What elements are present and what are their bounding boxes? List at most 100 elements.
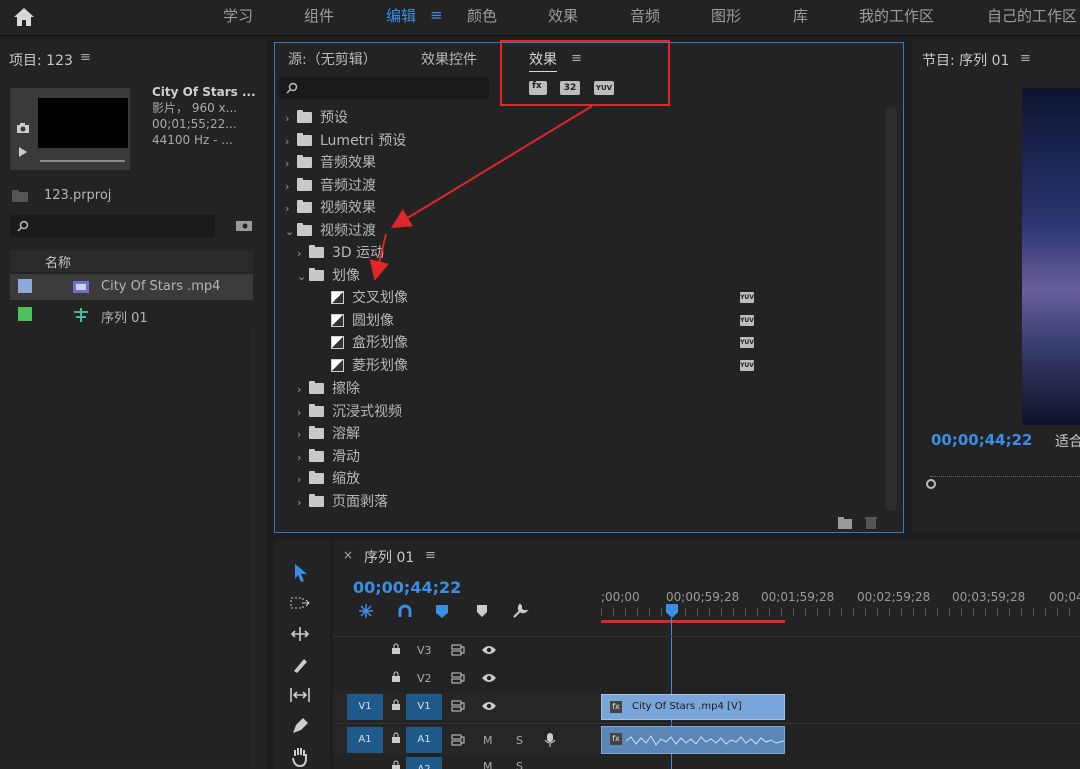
track-target-v1[interactable]: V1 — [406, 694, 442, 720]
workspace-menu-icon[interactable]: ≡ — [430, 6, 443, 24]
hand-tool-icon[interactable] — [290, 746, 310, 768]
close-icon[interactable]: × — [343, 548, 353, 562]
project-search-input[interactable] — [10, 215, 215, 237]
sequence-tab[interactable]: 序列 01 — [364, 547, 414, 567]
add-marker-icon[interactable] — [434, 603, 452, 619]
tree-item-lumetri-presets[interactable]: › Lumetri 预设 — [285, 130, 406, 152]
sync-lock-icon[interactable] — [451, 644, 465, 656]
work-area-bar[interactable] — [601, 620, 785, 623]
chevron-down-icon[interactable]: ⌄ — [285, 221, 297, 243]
time-ruler[interactable]: ;00;00 00;00;59;28 00;01;59;28 00;02;59;… — [601, 580, 1080, 624]
project-list-empty-area[interactable] — [10, 328, 253, 768]
label-color-swatch[interactable] — [18, 307, 32, 321]
solo-button[interactable]: S — [516, 760, 523, 769]
chevron-right-icon[interactable]: › — [285, 108, 297, 130]
tree-item-audio-effects[interactable]: › 音频效果 — [285, 152, 376, 174]
new-bin-icon[interactable] — [838, 517, 852, 529]
chevron-right-icon[interactable]: › — [297, 469, 309, 491]
lock-icon[interactable] — [391, 671, 401, 683]
thumbnail-scrubber[interactable] — [40, 160, 125, 162]
mute-button[interactable]: M — [483, 734, 493, 747]
lock-icon[interactable] — [391, 699, 401, 711]
workspace-tab-audio[interactable]: 音频 — [630, 5, 660, 26]
workspace-tab-assembly[interactable]: 组件 — [304, 5, 334, 26]
program-playhead-handle[interactable] — [926, 479, 936, 489]
program-monitor-title[interactable]: 节目: 序列 01 — [922, 50, 1009, 70]
home-icon[interactable] — [12, 6, 36, 28]
selection-tool-icon[interactable] — [291, 562, 311, 584]
workspace-tab-learn[interactable]: 学习 — [223, 5, 253, 26]
effects-scrollbar[interactable] — [885, 107, 897, 511]
project-item[interactable]: 序列 01 — [10, 302, 253, 328]
lock-icon[interactable] — [391, 643, 401, 655]
workspace-tab-color[interactable]: 颜色 — [467, 5, 497, 26]
tab-effect-controls[interactable]: 效果控件 — [421, 49, 477, 69]
track-target-a1[interactable]: A1 — [406, 727, 442, 753]
camera-icon[interactable] — [16, 122, 30, 134]
wrench-icon[interactable] — [511, 602, 529, 620]
lock-icon[interactable] — [391, 760, 401, 769]
tree-item-video-effects[interactable]: › 视频效果 — [285, 197, 376, 219]
timeline-timecode[interactable]: 00;00;44;22 — [353, 578, 461, 597]
project-item[interactable]: City Of Stars .mp4 — [10, 274, 253, 300]
slip-tool-icon[interactable] — [288, 686, 312, 704]
tree-item-iris-box[interactable]: 盒形划像 — [331, 332, 408, 354]
linked-selection-icon[interactable] — [397, 603, 413, 619]
zoom-fit-select[interactable]: 适合 — [1055, 431, 1080, 451]
workspace-tab-custom[interactable]: 自己的工作区 — [987, 5, 1077, 26]
microphone-icon[interactable] — [544, 732, 556, 748]
tab-source[interactable]: 源:（无剪辑） — [288, 49, 377, 69]
track-target-a2[interactable]: A2 — [406, 757, 442, 769]
label-color-swatch[interactable] — [18, 279, 32, 293]
chevron-right-icon[interactable]: › — [285, 153, 297, 175]
program-video-frame[interactable] — [1022, 88, 1080, 425]
razor-tool-icon[interactable] — [290, 655, 310, 675]
snap-icon[interactable] — [358, 603, 374, 619]
tree-item-immersive-video[interactable]: › 沉浸式视频 — [297, 401, 402, 423]
tree-item-audio-transitions[interactable]: › 音频过渡 — [285, 175, 376, 197]
video-clip[interactable]: fx City Of Stars .mp4 [V] — [601, 694, 785, 720]
tree-item-presets[interactable]: › 预设 — [285, 107, 348, 129]
lock-icon[interactable] — [391, 732, 401, 744]
effects-search-input[interactable] — [279, 77, 489, 99]
chevron-right-icon[interactable]: › — [297, 447, 309, 469]
workspace-tab-effects[interactable]: 效果 — [548, 5, 578, 26]
tree-item-dissolve[interactable]: › 溶解 — [297, 423, 360, 445]
sync-lock-icon[interactable] — [451, 700, 465, 712]
tree-item-iris-round[interactable]: 圆划像 — [331, 310, 394, 332]
eye-icon[interactable] — [481, 672, 497, 684]
tree-item-iris-diamond[interactable]: 菱形划像 — [331, 355, 408, 377]
workspace-tab-graphics[interactable]: 图形 — [711, 5, 741, 26]
tree-item-iris[interactable]: ⌄ 划像 — [297, 265, 360, 287]
tree-item-zoom[interactable]: › 缩放 — [297, 468, 360, 490]
eye-icon[interactable] — [481, 644, 497, 656]
program-timecode[interactable]: 00;00;44;22 — [931, 431, 1033, 449]
play-icon[interactable] — [18, 146, 28, 158]
sync-lock-icon[interactable] — [451, 734, 465, 746]
chevron-right-icon[interactable]: › — [297, 402, 309, 424]
eye-icon[interactable] — [481, 700, 497, 712]
chevron-right-icon[interactable]: › — [285, 131, 297, 153]
chevron-right-icon[interactable]: › — [285, 198, 297, 220]
workspace-tab-editing[interactable]: 编辑 — [386, 5, 416, 26]
ripple-edit-tool-icon[interactable] — [289, 625, 311, 643]
tree-item-3d-motion[interactable]: › 3D 运动 — [297, 242, 384, 264]
tree-item-wipe[interactable]: › 擦除 — [297, 378, 360, 400]
sync-lock-icon[interactable] — [451, 672, 465, 684]
chevron-right-icon[interactable]: › — [285, 176, 297, 198]
tree-item-video-transitions[interactable]: ⌄ 视频过渡 — [285, 220, 376, 242]
chevron-right-icon[interactable]: › — [297, 424, 309, 446]
solo-button[interactable]: S — [516, 734, 523, 747]
workspace-tab-my[interactable]: 我的工作区 — [859, 5, 934, 26]
tree-item-iris-cross[interactable]: 交叉划像 — [331, 287, 408, 309]
tree-item-slide[interactable]: › 滑动 — [297, 446, 360, 468]
chevron-right-icon[interactable]: › — [297, 379, 309, 401]
tree-item-page-peel[interactable]: › 页面剥落 — [297, 491, 388, 513]
audio-clip[interactable]: fx — [601, 726, 785, 754]
trash-icon[interactable] — [865, 516, 877, 530]
chevron-down-icon[interactable]: ⌄ — [297, 266, 309, 288]
project-panel-title[interactable]: 项目: 123 — [9, 50, 73, 70]
clip-thumbnail[interactable] — [10, 88, 130, 170]
workspace-tab-libraries[interactable]: 库 — [793, 5, 808, 26]
chevron-right-icon[interactable]: › — [297, 243, 309, 265]
